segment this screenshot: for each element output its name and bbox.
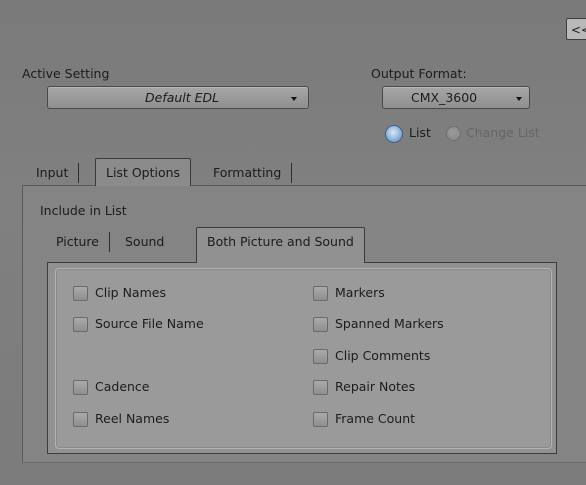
output-format-value: CMX_3600: [411, 90, 478, 105]
tab-list-options-label: List Options: [106, 165, 181, 180]
subtab-picture[interactable]: Picture: [46, 230, 110, 254]
spanned-markers-label: Spanned Markers: [335, 316, 444, 331]
chevron-down-icon: [291, 97, 297, 101]
chevron-down-icon: [516, 97, 522, 101]
clip-comments-label: Clip Comments: [335, 348, 431, 363]
reel-names-checkbox[interactable]: [73, 412, 88, 427]
subtab-sound[interactable]: Sound: [115, 230, 174, 254]
active-setting-value: Default EDL: [145, 90, 220, 105]
subtab-sound-label: Sound: [125, 234, 165, 249]
subtab-both[interactable]: Both Picture and Sound: [196, 227, 365, 263]
change-list-radio-label: Change List: [466, 125, 540, 140]
subtab-picture-label: Picture: [56, 234, 99, 249]
include-in-list-label: Include in List: [40, 203, 127, 218]
output-format-dropdown[interactable]: CMX_3600: [382, 86, 530, 109]
repair-notes-label: Repair Notes: [335, 379, 416, 394]
output-format-label: Output Format:: [371, 66, 467, 81]
active-setting-dropdown[interactable]: Default EDL: [47, 86, 309, 109]
tab-list-options[interactable]: List Options: [95, 158, 192, 186]
divider: [22, 462, 586, 463]
change-list-radio[interactable]: [446, 126, 461, 141]
tab-input[interactable]: Input: [26, 161, 80, 185]
tab-input-label: Input: [36, 165, 69, 180]
frame-count-label: Frame Count: [335, 411, 416, 426]
list-radio-label: List: [409, 125, 431, 140]
source-file-name-checkbox[interactable]: [73, 317, 88, 332]
source-file-name-label: Source File Name: [95, 316, 204, 331]
clip-comments-checkbox[interactable]: [313, 349, 328, 364]
repair-notes-checkbox[interactable]: [313, 380, 328, 395]
clip-names-label: Clip Names: [95, 285, 166, 300]
reel-names-label: Reel Names: [95, 411, 170, 426]
markers-checkbox[interactable]: [313, 286, 328, 301]
cadence-checkbox[interactable]: [73, 380, 88, 395]
tab-formatting-label: Formatting: [213, 165, 282, 180]
spanned-markers-checkbox[interactable]: [313, 317, 328, 332]
clip-names-checkbox[interactable]: [73, 286, 88, 301]
markers-label: Markers: [335, 285, 385, 300]
collapse-button[interactable]: <<: [566, 18, 586, 40]
frame-count-checkbox[interactable]: [313, 412, 328, 427]
tab-separator: [78, 163, 80, 183]
subtab-both-label: Both Picture and Sound: [207, 234, 354, 249]
active-setting-label: Active Setting: [22, 66, 110, 81]
tab-separator: [109, 232, 110, 252]
tab-separator: [291, 163, 293, 183]
list-radio[interactable]: [385, 125, 403, 143]
cadence-label: Cadence: [95, 379, 150, 394]
tab-formatting[interactable]: Formatting: [203, 161, 293, 185]
